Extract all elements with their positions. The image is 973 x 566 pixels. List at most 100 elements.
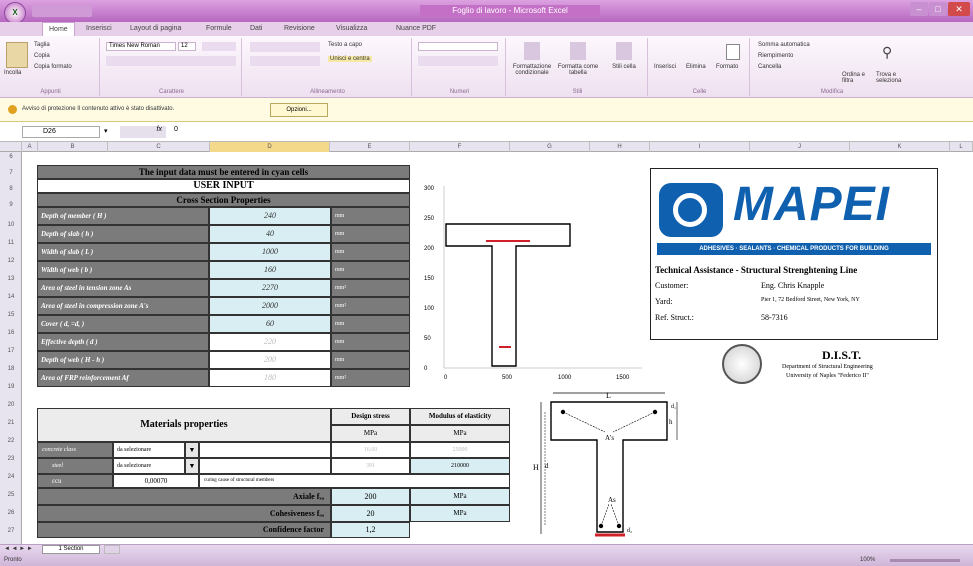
zoom-slider[interactable] xyxy=(890,559,960,562)
tab-formulas[interactable]: Formule xyxy=(200,22,238,36)
steel-dropdown-icon[interactable]: ▼ xyxy=(185,458,199,474)
tab-home[interactable]: Home xyxy=(42,22,75,36)
wrap-text-button[interactable]: Testo a capo xyxy=(328,42,362,48)
delete-cells-button[interactable]: Elimina xyxy=(686,64,706,70)
number-format-select[interactable] xyxy=(418,42,498,51)
input-row-value[interactable]: 2270 xyxy=(209,279,331,297)
find-select-button[interactable]: Trova e seleziona xyxy=(876,72,910,84)
insert-sheet-icon[interactable] xyxy=(104,545,120,554)
close-button[interactable]: ✕ xyxy=(948,2,970,16)
paste-icon[interactable] xyxy=(6,42,28,68)
input-row-value[interactable]: 160 xyxy=(209,261,331,279)
row-header[interactable]: 9 xyxy=(0,202,22,208)
number-format-icons[interactable] xyxy=(418,56,498,66)
tab-insert[interactable]: Inserisci xyxy=(80,22,118,36)
format-painter-button[interactable]: Copia formato xyxy=(34,64,72,70)
row-header[interactable]: 22 xyxy=(0,438,22,444)
row-header[interactable]: 24 xyxy=(0,474,22,480)
cell-styles-button[interactable]: Stili cella xyxy=(604,64,644,70)
conditional-format-button[interactable]: Formattazione condizionale xyxy=(510,64,554,76)
row-header[interactable]: 19 xyxy=(0,384,22,390)
binoculars-icon[interactable]: ⚲ xyxy=(882,44,892,61)
format-table-icon[interactable] xyxy=(570,42,586,60)
input-row-value[interactable]: 1000 xyxy=(209,243,331,261)
name-box[interactable]: D26 xyxy=(22,126,100,138)
row-header[interactable]: 15 xyxy=(0,312,22,318)
column-header[interactable]: H xyxy=(590,142,650,152)
indent-icon[interactable] xyxy=(250,56,320,66)
tab-page-layout[interactable]: Layout di pagina xyxy=(124,22,187,36)
column-header[interactable]: D xyxy=(210,142,330,152)
copy-button[interactable]: Copia xyxy=(34,53,50,59)
column-header[interactable]: L xyxy=(950,142,973,152)
tab-nuance-pdf[interactable]: Nuance PDF xyxy=(390,22,442,36)
row-header[interactable]: 27 xyxy=(0,528,22,534)
zoom-level[interactable]: 100% xyxy=(860,557,875,563)
axial-value[interactable]: 200 xyxy=(331,488,410,505)
clear-button[interactable]: Cancella xyxy=(758,64,781,70)
row-header[interactable]: 8 xyxy=(0,186,22,192)
sheet-nav-buttons[interactable]: ◄ ◄ ► ► xyxy=(4,546,33,552)
select-all-corner[interactable] xyxy=(0,142,22,152)
font-name-select[interactable]: Times New Roman xyxy=(106,42,176,51)
fill-button[interactable]: Riempimento xyxy=(758,53,793,59)
paste-button[interactable]: Incolla xyxy=(4,70,21,76)
row-header[interactable]: 23 xyxy=(0,456,22,462)
concrete-class-select[interactable]: da selezionare xyxy=(113,442,185,458)
column-header[interactable]: K xyxy=(850,142,950,152)
quick-access-toolbar[interactable] xyxy=(32,5,92,17)
insert-cells-button[interactable]: Inserisci xyxy=(654,64,676,70)
row-header[interactable]: 20 xyxy=(0,402,22,408)
tab-review[interactable]: Revisione xyxy=(278,22,321,36)
concrete-dropdown-icon[interactable]: ▼ xyxy=(185,442,199,458)
eps-value[interactable]: 0,00070 xyxy=(113,474,199,488)
font-size-select[interactable]: 12 xyxy=(178,42,196,51)
input-row-value[interactable]: 40 xyxy=(209,225,331,243)
column-header[interactable]: A xyxy=(22,142,38,152)
column-header[interactable]: I xyxy=(650,142,750,152)
format-as-table-button[interactable]: Formatta come tabella xyxy=(556,64,600,76)
row-header[interactable]: 14 xyxy=(0,294,22,300)
row-header[interactable]: 6 xyxy=(0,154,22,160)
row-header[interactable]: 21 xyxy=(0,420,22,426)
column-header[interactable]: G xyxy=(510,142,590,152)
row-header[interactable]: 12 xyxy=(0,258,22,264)
column-header[interactable]: C xyxy=(108,142,210,152)
sheet-tab-section[interactable]: 1 Section xyxy=(42,545,100,554)
grow-shrink-font-icon[interactable] xyxy=(202,42,236,51)
steel-blank-cell[interactable] xyxy=(199,458,331,474)
column-header[interactable]: B xyxy=(38,142,108,152)
formula-input[interactable]: 0 xyxy=(170,126,970,138)
tab-view[interactable]: Visualizza xyxy=(330,22,373,36)
format-cells-button[interactable]: Formato xyxy=(716,64,738,70)
steel-select[interactable]: da selezionare xyxy=(113,458,185,474)
cell-styles-icon[interactable] xyxy=(616,42,632,60)
input-row-value[interactable]: 60 xyxy=(209,315,331,333)
row-header[interactable]: 25 xyxy=(0,492,22,498)
office-button[interactable]: X xyxy=(4,2,26,24)
row-header[interactable]: 17 xyxy=(0,348,22,354)
tab-data[interactable]: Dati xyxy=(244,22,268,36)
input-row-value[interactable]: 2000 xyxy=(209,297,331,315)
bold-italic-underline-icon[interactable] xyxy=(106,56,236,66)
row-header[interactable]: 10 xyxy=(0,222,22,228)
row-header[interactable]: 18 xyxy=(0,366,22,372)
concrete-blank-cell[interactable] xyxy=(199,442,331,458)
format-icon[interactable] xyxy=(726,44,740,60)
alignment-icon[interactable] xyxy=(250,42,320,52)
sort-filter-button[interactable]: Ordina e filtra xyxy=(842,72,872,84)
column-header[interactable]: J xyxy=(750,142,850,152)
insert-function-button[interactable]: fx xyxy=(120,126,166,138)
row-header[interactable]: 7 xyxy=(0,170,22,176)
cut-button[interactable]: Taglia xyxy=(34,42,50,48)
merge-center-button[interactable]: Unisci e centra xyxy=(328,56,372,62)
autosum-button[interactable]: Somma automatica xyxy=(758,42,810,48)
conditional-format-icon[interactable] xyxy=(524,42,540,60)
column-header[interactable]: E xyxy=(330,142,410,152)
maximize-button[interactable]: □ xyxy=(929,2,947,16)
name-box-dropdown-icon[interactable]: ▾ xyxy=(104,127,114,137)
row-header[interactable]: 11 xyxy=(0,240,22,246)
row-header[interactable]: 13 xyxy=(0,276,22,282)
minimize-button[interactable]: – xyxy=(910,2,928,16)
options-button[interactable]: Opzioni... xyxy=(270,103,328,117)
